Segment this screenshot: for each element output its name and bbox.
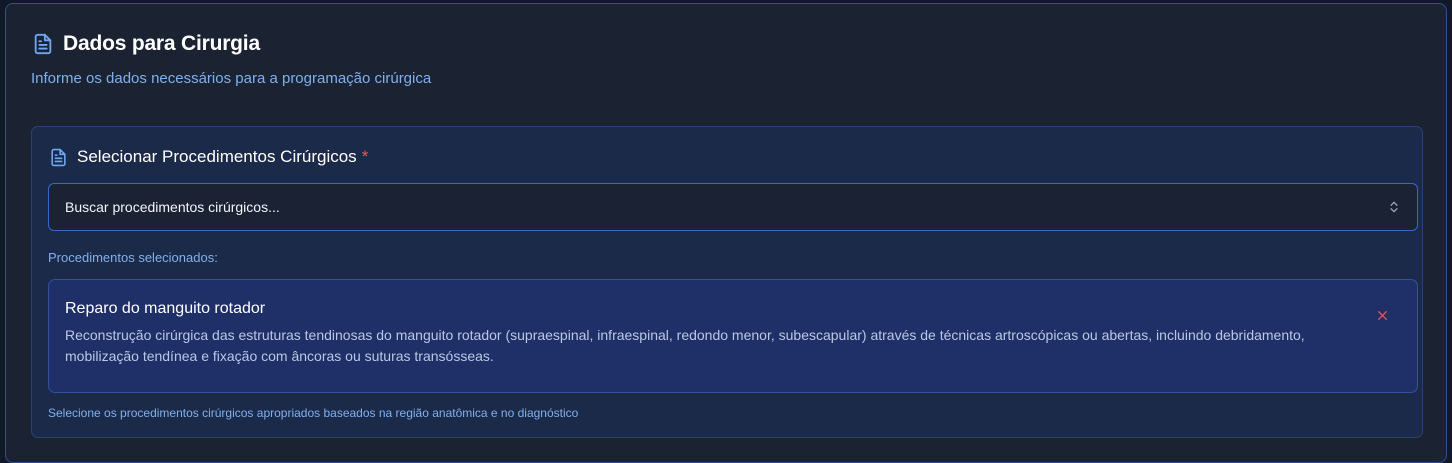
document-icon bbox=[49, 148, 68, 167]
selected-procedure-item: Reparo do manguito rotador Reconstrução … bbox=[48, 279, 1418, 393]
procedures-section-title: Selecionar Procedimentos Cirúrgicos * bbox=[49, 147, 368, 167]
procedure-search-combobox[interactable]: Buscar procedimentos cirúrgicos... bbox=[48, 183, 1418, 231]
procedures-section: Selecionar Procedimentos Cirúrgicos * Bu… bbox=[31, 126, 1423, 438]
card-header: Dados para Cirurgia bbox=[32, 32, 260, 56]
close-icon bbox=[1377, 310, 1387, 320]
page-subtitle: Informe os dados necessários para a prog… bbox=[31, 70, 432, 87]
procedures-label: Selecionar Procedimentos Cirúrgicos bbox=[77, 147, 357, 166]
procedure-search-placeholder: Buscar procedimentos cirúrgicos... bbox=[65, 199, 280, 215]
selected-procedures-label: Procedimentos selecionados: bbox=[48, 250, 218, 265]
procedure-name: Reparo do manguito rotador bbox=[65, 300, 266, 317]
page-title: Dados para Cirurgia bbox=[63, 32, 260, 55]
document-icon bbox=[32, 33, 54, 55]
surgery-data-card: Dados para Cirurgia Informe os dados nec… bbox=[5, 3, 1447, 463]
required-marker: * bbox=[361, 147, 369, 166]
remove-procedure-button[interactable] bbox=[1373, 306, 1391, 324]
chevron-up-down-icon bbox=[1387, 200, 1401, 214]
procedures-hint: Selecione os procedimentos cirúrgicos ap… bbox=[48, 406, 579, 420]
procedure-description: Reconstrução cirúrgica das estruturas te… bbox=[65, 327, 1305, 364]
